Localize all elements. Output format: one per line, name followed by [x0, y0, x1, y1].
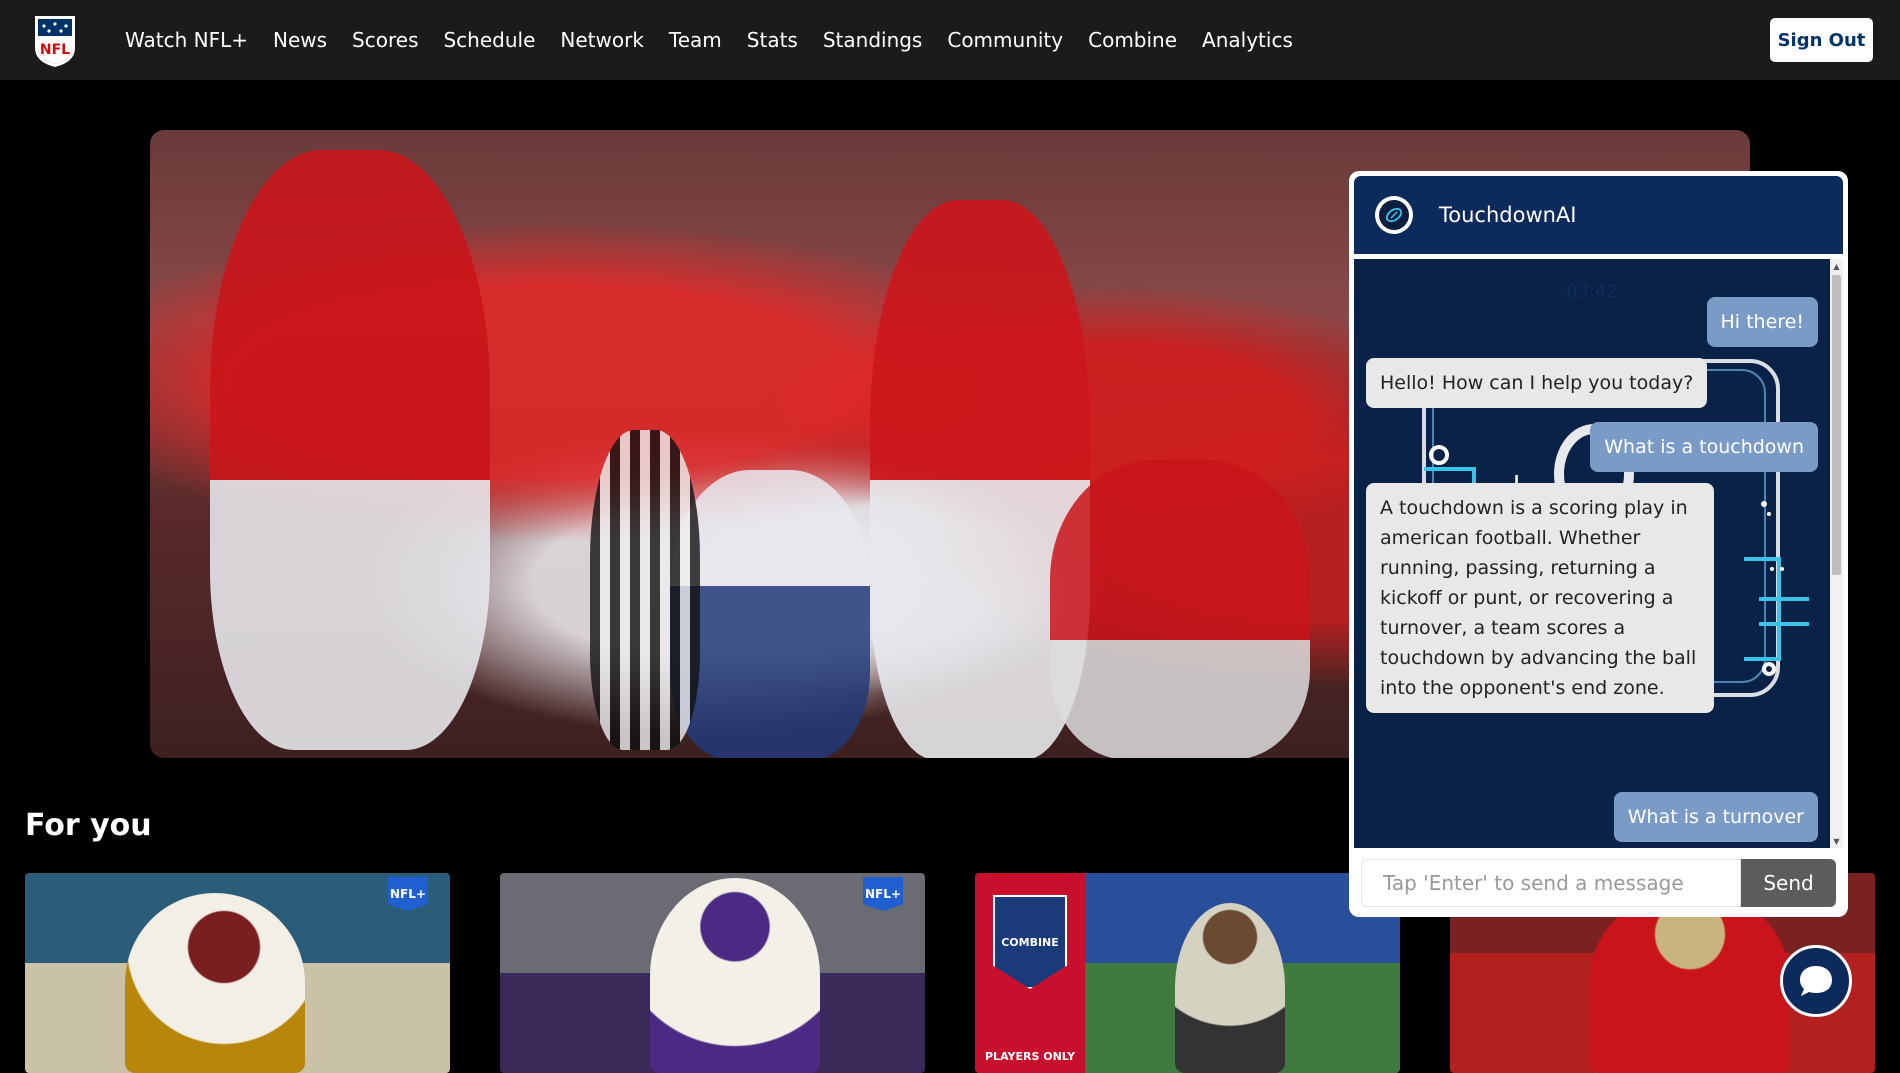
send-button[interactable]: Send [1741, 859, 1836, 907]
chat-message-bot: Hello! How can I help you today? [1366, 358, 1708, 408]
touchdownai-avatar-icon [1375, 196, 1413, 234]
content-card[interactable]: COMBINE PLAYERS ONLY [975, 873, 1400, 1073]
combine-shield-icon: COMBINE [993, 895, 1067, 989]
combine-caption: PLAYERS ONLY [985, 1050, 1076, 1063]
nav-combine[interactable]: Combine [1088, 28, 1177, 52]
chat-message-user: What is a touchdown [1590, 422, 1818, 472]
chat-message-input[interactable] [1361, 859, 1741, 907]
content-card[interactable]: NFL+ [500, 873, 925, 1073]
ai-ball-icon [1386, 208, 1402, 222]
chat-widget: TouchdownAI + 03:42 [1349, 171, 1848, 917]
section-title: For you [25, 808, 152, 843]
scroll-down-arrow-icon[interactable]: ▼ [1830, 834, 1843, 848]
nav-schedule[interactable]: Schedule [443, 28, 535, 52]
hero-player-figure [1050, 460, 1310, 758]
scroll-thumb[interactable] [1832, 275, 1841, 575]
sign-out-button[interactable]: Sign Out [1770, 18, 1873, 62]
chat-message-user: What is a turnover [1613, 792, 1818, 842]
nfl-shield-logo[interactable]: NFL [32, 12, 78, 68]
nav-team[interactable]: Team [669, 28, 722, 52]
player-figure [1175, 903, 1285, 1073]
top-nav-bar: NFL Watch NFL+ News Scores Schedule Netw… [0, 0, 1900, 80]
chat-message-user: Hi there! [1706, 297, 1818, 347]
scroll-up-arrow-icon[interactable]: ▲ [1830, 259, 1843, 273]
player-figure [650, 878, 820, 1073]
nav-watch-nfl-plus[interactable]: Watch NFL+ [125, 28, 248, 52]
hero-player-figure [210, 150, 490, 750]
nav-scores[interactable]: Scores [352, 28, 418, 52]
hero-player-figure [670, 470, 870, 758]
chat-input-row: Send [1354, 856, 1843, 912]
nfl-plus-badge: NFL+ [388, 877, 428, 911]
chat-message-bot: A touchdown is a scoring play in america… [1366, 483, 1714, 713]
chat-title: TouchdownAI [1439, 203, 1577, 227]
nfl-plus-badge: NFL+ [863, 877, 903, 911]
chat-messages[interactable]: + 03:42 Hi there! Hello! How can I help … [1354, 259, 1830, 848]
main-nav: Watch NFL+ News Scores Schedule Network … [125, 0, 1318, 80]
nav-network[interactable]: Network [560, 28, 644, 52]
nav-analytics[interactable]: Analytics [1202, 28, 1293, 52]
svg-text:NFL: NFL [40, 42, 70, 58]
chat-header: TouchdownAI [1354, 176, 1843, 254]
player-figure [125, 893, 305, 1073]
chat-toggle-button[interactable] [1780, 945, 1852, 1017]
nav-news[interactable]: News [273, 28, 327, 52]
nav-standings[interactable]: Standings [823, 28, 923, 52]
hero-player-figure [590, 430, 700, 750]
chat-bubble-icon [1800, 966, 1832, 996]
chat-scrollbar[interactable]: ▲ ▼ [1830, 259, 1843, 848]
combine-banner: COMBINE PLAYERS ONLY [975, 873, 1085, 1073]
content-card[interactable]: NFL+ [25, 873, 450, 1073]
nav-stats[interactable]: Stats [747, 28, 798, 52]
nav-community[interactable]: Community [947, 28, 1063, 52]
